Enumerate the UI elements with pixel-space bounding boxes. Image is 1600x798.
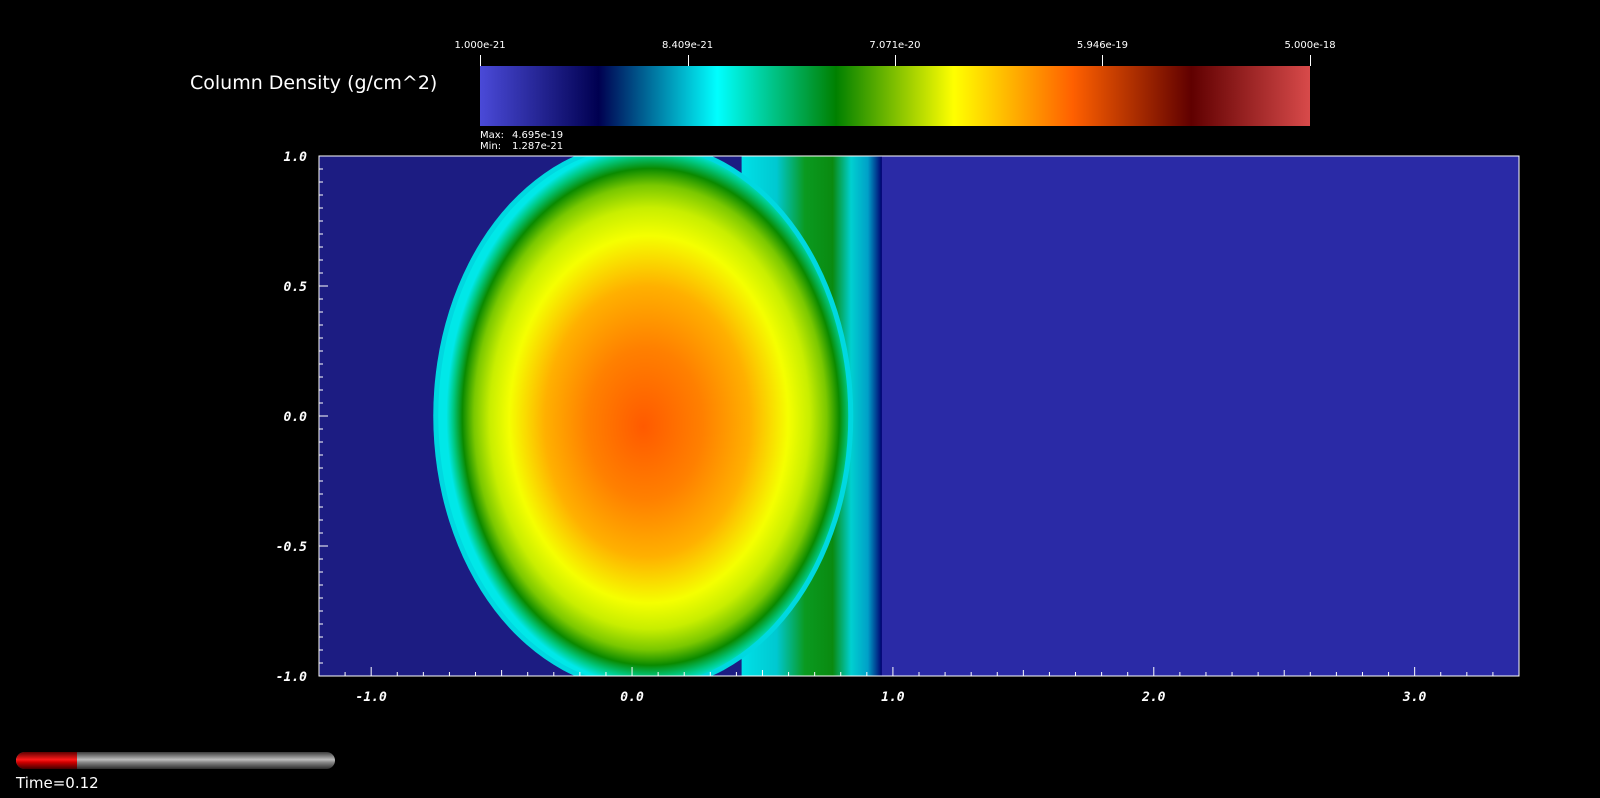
y-tick-label: -1.0 (276, 670, 307, 685)
colorbar-tick (687, 55, 689, 66)
y-tick-label: -0.5 (276, 540, 307, 555)
x-tick-label: 3.0 (1402, 690, 1427, 705)
x-tick-label: 0.0 (620, 690, 644, 705)
density-plot: -1.0 0.0 1.0 2.0 3.0 1.0 0.5 0.0 -0.5 -1.0 (276, 150, 1520, 705)
colorbar-tick (1102, 55, 1104, 66)
colorbar-tick (480, 55, 481, 66)
time-label: Time=0.12 (16, 774, 99, 792)
colorbar-tick-label: 7.071e-20 (869, 40, 921, 51)
colorbar-tick-label: 5.000e-18 (1284, 40, 1336, 51)
colorbar-tick-label: 1.000e-21 (454, 40, 506, 51)
y-tick-label: 0.5 (284, 280, 308, 295)
colorbar-tick (1310, 55, 1311, 66)
x-tick-label: 1.0 (881, 690, 905, 705)
colorbar-tick (894, 55, 896, 66)
y-tick-label: 0.0 (284, 410, 308, 425)
y-tick-label: 1.0 (284, 150, 308, 165)
colorbar-tick-label: 5.946e-19 (1076, 40, 1129, 51)
x-tick-label: -1.0 (356, 690, 387, 705)
plot-area (319, 156, 1519, 676)
colorbar-tick-label: 8.409e-21 (661, 40, 714, 51)
cloud-core (438, 156, 849, 676)
x-tick-label: 2.0 (1141, 690, 1166, 705)
time-slider[interactable] (16, 752, 335, 769)
time-slider-fill (16, 752, 77, 769)
